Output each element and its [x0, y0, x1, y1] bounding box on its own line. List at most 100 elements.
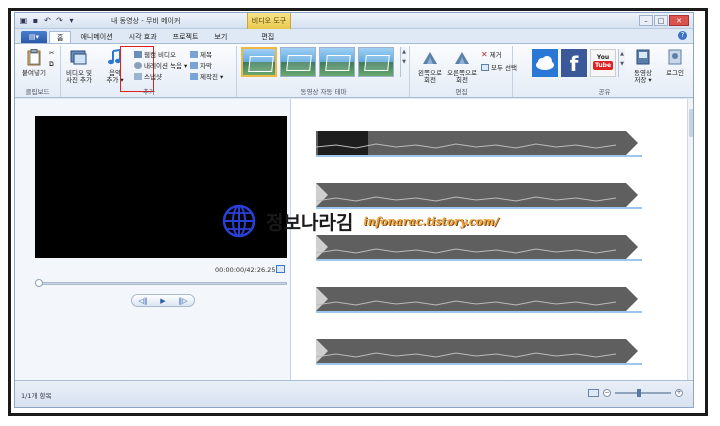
facebook-button[interactable]: f — [561, 49, 587, 77]
record-narration-button[interactable]: 내레이션 녹음 ▾ — [134, 60, 187, 70]
tab-home[interactable]: 홈 — [49, 31, 72, 43]
theme-thumbnail-cinematic[interactable] — [319, 47, 355, 77]
paste-icon — [27, 49, 41, 66]
theme-gallery — [241, 47, 394, 77]
clipboard-group: 붙여넣기 ✂ ⧉ 클립보드 — [15, 46, 61, 97]
maximize-button[interactable]: □ — [654, 15, 668, 26]
caption-icon — [190, 61, 198, 69]
storyboard-clip[interactable] — [316, 285, 642, 313]
zoom-out-icon[interactable]: − — [603, 389, 611, 397]
quick-access-toolbar: ▣ ▪ ↶ ↷ ▾ — [19, 16, 76, 25]
scrollbar-thumb[interactable] — [689, 109, 693, 137]
webcam-icon — [134, 50, 142, 58]
share-group-label: 공유 — [598, 88, 611, 96]
sign-in-icon — [668, 49, 682, 65]
remove-x-icon: ✕ — [481, 49, 488, 59]
cut-button[interactable]: ✂ — [49, 49, 54, 57]
storyboard-clip[interactable] — [316, 337, 642, 365]
copy-button[interactable]: ⧉ — [49, 60, 54, 69]
audio-clip-strip — [316, 339, 642, 365]
save-movie-button[interactable]: 동영상 저장 ▾ — [628, 48, 658, 84]
sign-in-button[interactable]: 로그인 — [662, 48, 688, 77]
ribbon: 붙여넣기 ✂ ⧉ 클립보드 비디오 및 사진 추가 음악 추가 ▾ 웹캠 비디오… — [15, 43, 693, 98]
theme-thumbnail-contemporary[interactable] — [280, 47, 316, 77]
add-group: 비디오 및 사진 추가 음악 추가 ▾ 웹캠 비디오 내레이션 녹음 ▾ 스냅샷… — [62, 46, 237, 97]
remove-button[interactable]: ✕ 제거 — [481, 49, 502, 60]
edit-group: 왼쪽으로 회전 오른쪽으로 회전 ✕ 제거 모두 선택 편집 — [411, 46, 517, 97]
clipboard-group-label: 클립보드 — [25, 88, 50, 96]
tab-animations[interactable]: 애니메이션 — [73, 31, 119, 43]
zoom-in-icon[interactable]: + — [675, 389, 683, 397]
seek-thumb[interactable] — [35, 279, 43, 287]
help-icon[interactable]: ? — [678, 31, 687, 40]
rotate-left-button[interactable]: 왼쪽으로 회전 — [413, 48, 447, 84]
onedrive-button[interactable] — [532, 49, 558, 77]
tab-view[interactable]: 보기 — [207, 31, 234, 43]
storyboard-clip[interactable] — [316, 129, 642, 157]
zoom-slider[interactable] — [615, 389, 671, 397]
credits-icon — [190, 72, 198, 80]
youtube-icon: You Tube — [592, 54, 614, 70]
copy-icon: ⧉ — [49, 60, 54, 68]
theme-thumbnail-default[interactable] — [241, 47, 277, 77]
close-button[interactable]: ✕ — [669, 15, 689, 26]
monitor-icon[interactable] — [588, 389, 599, 397]
caption-button[interactable]: 자막 — [190, 60, 212, 70]
share-gallery-scroll[interactable]: ▲ ▼ — [618, 49, 625, 77]
minimize-button[interactable]: – — [639, 15, 653, 26]
theme-gallery-scroll[interactable]: ▲ ▼ — [400, 47, 407, 77]
youtube-button[interactable]: You Tube — [590, 49, 616, 77]
previous-frame-icon[interactable]: ◁‖ — [138, 297, 147, 305]
globe-icon — [222, 204, 256, 238]
add-group-label: 추가 — [143, 88, 155, 96]
window-title: 내 동영상 - 무비 메이커 — [111, 17, 181, 25]
ribbon-tabs: ▤▾ 홈 애니메이션 시각 효과 프로젝트 보기 편집 ? — [15, 29, 693, 43]
play-icon[interactable]: ▶ — [160, 297, 165, 305]
zoom-slider-knob[interactable] — [637, 389, 641, 397]
cut-icon: ✂ — [49, 49, 55, 57]
main-area: 00:00:00/42:26.25 ◁‖ ▶ ‖▷ — [15, 99, 693, 380]
select-all-icon — [481, 63, 489, 71]
file-menu-button[interactable]: ▤▾ — [21, 31, 47, 43]
tab-project[interactable]: 프로젝트 — [166, 31, 206, 43]
title-button[interactable]: 제목 — [190, 49, 212, 59]
microphone-icon — [134, 61, 142, 69]
snapshot-button[interactable]: 스냅샷 — [134, 71, 162, 81]
watermark-url: infonarac.tistory.com/ — [363, 214, 499, 228]
audio-clip-strip — [316, 131, 642, 157]
share-group: f You Tube ▲ ▼ 동영상 저장 ▾ 로그인 공유 — [514, 46, 693, 97]
film-photo-icon — [70, 50, 87, 65]
watermark: 정보나라김 infonarac.tistory.com/ — [222, 204, 499, 238]
item-count: 1/1개 항목 — [21, 392, 52, 400]
save-icon[interactable]: ▪ — [31, 16, 40, 25]
playback-controls: ◁‖ ▶ ‖▷ — [131, 294, 195, 307]
timecode-display: 00:00:00/42:26.25 — [215, 266, 276, 274]
credits-button[interactable]: 제작진 ▾ — [190, 71, 223, 81]
tab-visual-effects[interactable]: 시각 효과 — [122, 31, 164, 43]
title-icon — [190, 50, 198, 58]
redo-icon[interactable]: ↷ — [55, 16, 64, 25]
edit-group-label: 편집 — [455, 88, 468, 96]
zoom-controls: − + — [588, 389, 683, 397]
rotate-right-button[interactable]: 오른쪽으로 회전 — [445, 48, 479, 84]
cloud-icon — [536, 56, 554, 70]
seek-bar[interactable] — [37, 282, 287, 285]
themes-group-label: 동영상 자동 테마 — [300, 88, 347, 96]
rotate-right-icon — [455, 52, 469, 64]
webcam-video-button[interactable]: 웹캠 비디오 — [134, 49, 176, 59]
next-frame-icon[interactable]: ‖▷ — [179, 297, 188, 305]
camera-icon — [134, 72, 142, 80]
tab-edit[interactable]: 편집 — [254, 31, 281, 43]
undo-icon[interactable]: ↶ — [43, 16, 52, 25]
app-menu-icon[interactable]: ▣ — [19, 16, 28, 25]
theme-thumbnail-fade[interactable] — [358, 47, 394, 77]
storyboard-scrollbar[interactable] — [687, 99, 693, 380]
fullscreen-icon[interactable] — [276, 265, 285, 273]
add-video-photo-button[interactable]: 비디오 및 사진 추가 — [64, 48, 94, 84]
storyboard-pane — [292, 99, 693, 380]
paste-button[interactable]: 붙여넣기 — [19, 48, 49, 77]
window-controls: – □ ✕ — [639, 15, 689, 26]
customize-dropdown-icon[interactable]: ▾ — [67, 16, 76, 25]
select-all-button[interactable]: 모두 선택 — [481, 62, 517, 72]
status-bar: 1/1개 항목 − + — [15, 380, 693, 407]
